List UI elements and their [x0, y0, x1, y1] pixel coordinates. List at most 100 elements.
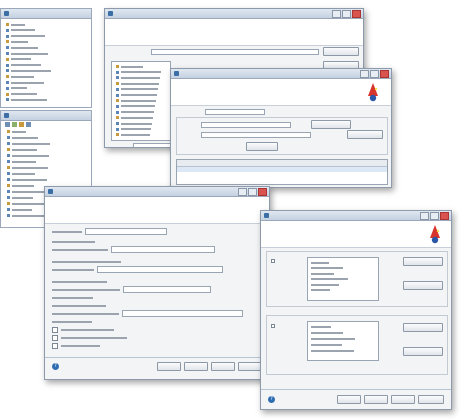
close-button[interactable] [352, 10, 361, 18]
form-row[interactable] [52, 246, 215, 253]
form-row[interactable] [52, 310, 243, 317]
list-item[interactable] [311, 325, 331, 328]
form-input[interactable] [85, 228, 167, 235]
list-item[interactable] [7, 148, 37, 151]
table-row[interactable] [177, 167, 387, 172]
list-item[interactable] [116, 65, 143, 68]
back-button[interactable] [157, 362, 181, 371]
toolbar-icon[interactable] [19, 122, 24, 127]
list-item[interactable] [6, 98, 47, 102]
list-item[interactable] [7, 130, 26, 133]
list-item[interactable] [311, 267, 343, 270]
list-item[interactable] [7, 202, 45, 205]
option-checkbox[interactable] [271, 259, 275, 263]
define-button[interactable] [311, 120, 351, 129]
rules-table[interactable] [176, 159, 388, 185]
list-item[interactable] [7, 214, 44, 217]
list-item[interactable] [7, 154, 49, 157]
list-item[interactable] [6, 40, 28, 44]
rule-category-field[interactable] [201, 122, 291, 128]
list-item[interactable] [6, 46, 38, 50]
list-item[interactable] [116, 110, 154, 114]
form-row[interactable] [52, 228, 167, 235]
list-item[interactable] [116, 116, 153, 120]
connection-combo[interactable] [151, 49, 319, 55]
close-button[interactable] [258, 188, 267, 196]
list-item[interactable] [116, 70, 161, 74]
toolbar-icon[interactable] [5, 122, 10, 127]
minimize-button[interactable] [332, 10, 341, 18]
options-list-1[interactable] [307, 257, 379, 301]
remove-option-button[interactable] [403, 281, 443, 290]
remove-option-button[interactable] [403, 347, 443, 356]
form-input[interactable] [97, 266, 223, 273]
list-item[interactable] [6, 81, 44, 84]
option-checkbox[interactable] [271, 324, 275, 328]
back-button[interactable] [337, 395, 361, 404]
list-item[interactable] [7, 136, 38, 139]
list-item[interactable] [311, 337, 355, 340]
list-item[interactable] [6, 92, 37, 96]
add-option-button[interactable] [403, 323, 443, 332]
table-selection-list[interactable] [111, 61, 171, 141]
next-button[interactable] [364, 395, 388, 404]
list-item[interactable] [311, 278, 348, 281]
close-button[interactable] [380, 70, 389, 78]
maximize-button[interactable] [342, 10, 351, 18]
add-option-button[interactable] [403, 257, 443, 266]
checkbox-icon[interactable] [52, 326, 58, 333]
list-item[interactable] [311, 343, 342, 346]
list-item[interactable] [116, 122, 152, 125]
list-item[interactable] [6, 75, 34, 79]
list-item[interactable] [6, 52, 48, 55]
list-item[interactable] [7, 190, 46, 193]
list-item[interactable] [311, 283, 339, 286]
apply-button[interactable] [246, 142, 278, 151]
finish-button[interactable] [211, 362, 235, 371]
edit-button[interactable] [347, 130, 383, 139]
list-item[interactable] [116, 133, 150, 137]
minimize-button[interactable] [238, 188, 247, 196]
list-item[interactable] [7, 166, 48, 169]
list-item[interactable] [6, 34, 45, 38]
list-item[interactable] [6, 28, 35, 32]
help-icon[interactable]: ? [52, 363, 59, 370]
list-item[interactable] [116, 99, 156, 103]
maximize-button[interactable] [370, 70, 379, 78]
maximize-button[interactable] [248, 188, 257, 196]
form-input[interactable] [111, 246, 215, 253]
form-row[interactable] [52, 286, 211, 293]
list-item[interactable] [7, 172, 35, 175]
list-item[interactable] [7, 184, 34, 187]
list-item[interactable] [6, 57, 31, 61]
minimize-button[interactable] [420, 212, 429, 220]
list-item[interactable] [116, 93, 157, 97]
list-item[interactable] [116, 87, 158, 91]
list-item[interactable] [6, 69, 51, 73]
list-item[interactable] [6, 86, 27, 90]
minimize-button[interactable] [360, 70, 369, 78]
list-item[interactable] [7, 178, 47, 181]
list-item[interactable] [311, 289, 330, 292]
toolbar-icon[interactable] [12, 122, 17, 127]
form-input[interactable] [122, 310, 243, 317]
filter-field[interactable] [133, 143, 171, 147]
toolbar-icon[interactable] [26, 122, 31, 127]
close-button[interactable] [440, 212, 449, 220]
list-item[interactable] [7, 142, 50, 145]
list-item[interactable] [311, 349, 354, 352]
checkbox-icon[interactable] [52, 342, 58, 349]
form-row[interactable] [52, 266, 223, 273]
finish-button[interactable] [391, 395, 415, 404]
checkbox-icon[interactable] [52, 334, 58, 341]
maximize-button[interactable] [430, 212, 439, 220]
list-item[interactable] [6, 23, 25, 26]
next-button[interactable] [184, 362, 208, 371]
list-item[interactable] [116, 76, 160, 80]
list-item[interactable] [116, 82, 159, 86]
list-item[interactable] [311, 272, 334, 275]
list-item[interactable] [7, 208, 32, 211]
help-icon[interactable]: ? [268, 396, 275, 403]
options-list-2[interactable] [307, 321, 379, 361]
list-item[interactable] [116, 104, 155, 108]
